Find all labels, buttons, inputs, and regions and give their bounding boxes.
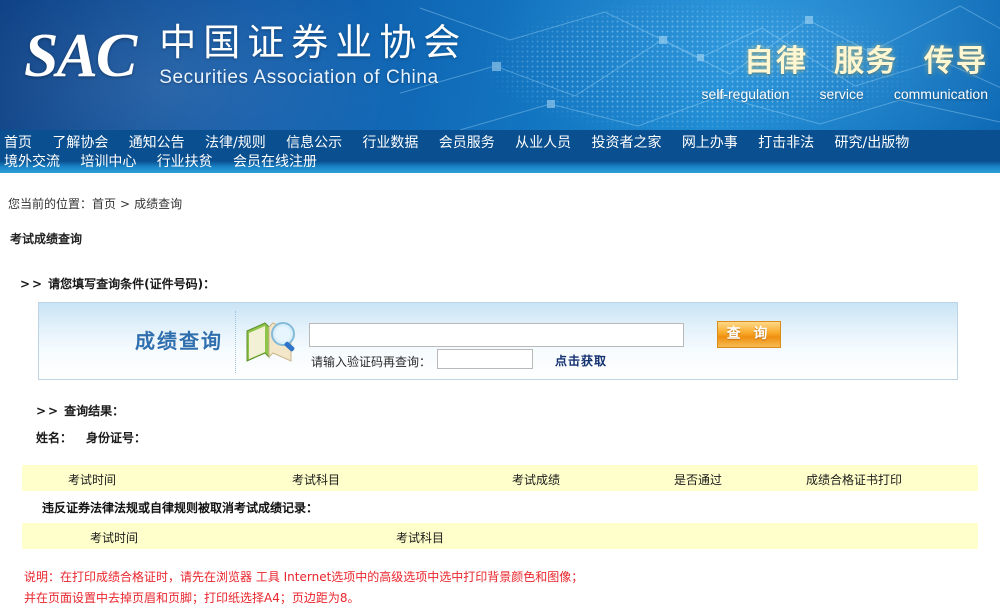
breadcrumb-prefix: 您当前的位置： [8,197,93,211]
col-pass-status: 是否通过 [674,473,723,487]
violation-col-exam-time: 考试时间 [90,531,139,545]
slogan-en-row: self-regulation service communication [702,86,988,102]
col-exam-time: 考试时间 [68,473,117,487]
slogan-cn-1: 服务 [834,44,898,79]
nav-item-industry-data[interactable]: 行业数据 [362,135,418,151]
nav-item-member-register[interactable]: 会员在线注册 [233,154,317,170]
result-name-label: 姓名： [36,431,73,445]
print-instructions-line1: 说明：在打印成绩合格证时，请先在浏览器 工具 Internet选项中的高级选项中… [24,570,584,584]
slogan-cn-row: 自律 服务 传导 [702,36,988,80]
slogan-cn-0: 自律 [744,44,808,79]
captcha-refresh-link[interactable]: 点击获取 [555,352,607,369]
page-root: SAC 中国证券业协会 Securities Association of Ch… [0,0,1000,605]
org-name-en: Securities Association of China [159,66,439,88]
site-banner: SAC 中国证券业协会 Securities Association of Ch… [0,0,1000,130]
gt-marker-result: >> [36,404,61,418]
captcha-input[interactable] [437,349,533,369]
page-title: 考试成绩查询 [10,232,83,246]
print-instructions: 说明：在打印成绩合格证时，请先在浏览器 工具 Internet选项中的高级选项中… [0,549,1000,609]
result-label-text: 查询结果： [64,404,125,418]
captcha-label: 请输入验证码再查询： [311,355,432,369]
breadcrumb: 您当前的位置：首页 > 成绩查询 [0,173,1000,212]
nav-item-investor-home[interactable]: 投资者之家 [591,135,661,151]
id-number-input[interactable] [309,323,684,347]
nav-item-member-services[interactable]: 会员服务 [439,135,495,151]
sac-logo-text: SAC [24,22,137,91]
col-exam-score: 考试成绩 [512,473,561,487]
nav-item-research[interactable]: 研究/出版物 [835,135,910,151]
nav-item-anti-illegal[interactable]: 打击非法 [758,135,814,151]
page-content: 您当前的位置：首页 > 成绩查询 考试成绩查询 >> 请您填写查询条件(证件号码)： … [0,173,1000,609]
submit-query-button[interactable]: 查 询 [717,321,781,348]
nav-item-home[interactable]: 首页 [4,135,32,151]
slogan-cn-2: 传导 [924,44,988,79]
breadcrumb-current: 成绩查询 [134,197,183,211]
nav-item-about[interactable]: 了解协会 [52,135,108,151]
panel-divider [235,311,236,373]
violation-col-exam-subject: 考试科目 [396,531,445,545]
site-logo[interactable]: SAC 中国证券业协会 Securities Association of Ch… [24,21,468,91]
query-panel: 成绩查询 查 询 请输入验证码再查询： 点击获取 [38,302,958,380]
nav-items: 首页 了解协会 通知公告 法律/规则 信息公示 行业数据 会员服务 从业人员 投… [0,134,1000,172]
nav-item-online-services[interactable]: 网上办事 [682,135,738,151]
breadcrumb-home[interactable]: 首页 [92,197,116,211]
query-panel-title: 成绩查询 [135,329,223,353]
exam-result-table-header: 考试时间 考试科目 考试成绩 是否通过 成绩合格证书打印 [22,465,978,491]
col-exam-subject: 考试科目 [292,473,341,487]
col-certificate-print: 成绩合格证书打印 [806,473,903,487]
condition-label: >> 请您填写查询条件(证件号码)： [0,247,1000,292]
org-name-cn: 中国证券业协会 [159,21,468,64]
banner-slogan: 自律 服务 传导 self-regulation service communi… [702,36,988,102]
violation-table-header: 考试时间 考试科目 [22,523,978,549]
nav-item-practitioners[interactable]: 从业人员 [515,135,571,151]
nav-item-disclosure[interactable]: 信息公示 [286,135,342,151]
condition-label-text: 请您填写查询条件(证件号码)： [48,277,216,291]
main-navigation: 首页 了解协会 通知公告 法律/规则 信息公示 行业数据 会员服务 从业人员 投… [0,130,1000,173]
org-name-block: 中国证券业协会 Securities Association of China [159,21,468,89]
nav-item-laws[interactable]: 法律/规则 [205,135,266,151]
result-label: >> 查询结果： [0,380,1000,419]
violation-section-title: 违反证券法律法规或自律规则被取消考试成绩记录： [42,501,319,515]
nav-item-notices[interactable]: 通知公告 [129,135,185,151]
slogan-en-2: communication [893,86,988,102]
book-search-icon [246,322,295,362]
print-instructions-line2: 并在页面设置中去掉页眉和页脚；打印纸选择A4；页边距为8。 [24,591,360,605]
result-id-label: 身份证号： [86,431,147,445]
nav-item-poverty-relief[interactable]: 行业扶贫 [157,154,213,170]
result-person-row: 姓名： 身份证号： [0,419,1000,446]
slogan-en-0: self-regulation [701,86,790,102]
nav-item-overseas[interactable]: 境外交流 [4,154,60,170]
nav-item-training[interactable]: 培训中心 [80,154,136,170]
gt-marker-condition: >> [20,277,45,291]
breadcrumb-separator: > [120,197,131,211]
slogan-en-1: service [819,86,864,102]
